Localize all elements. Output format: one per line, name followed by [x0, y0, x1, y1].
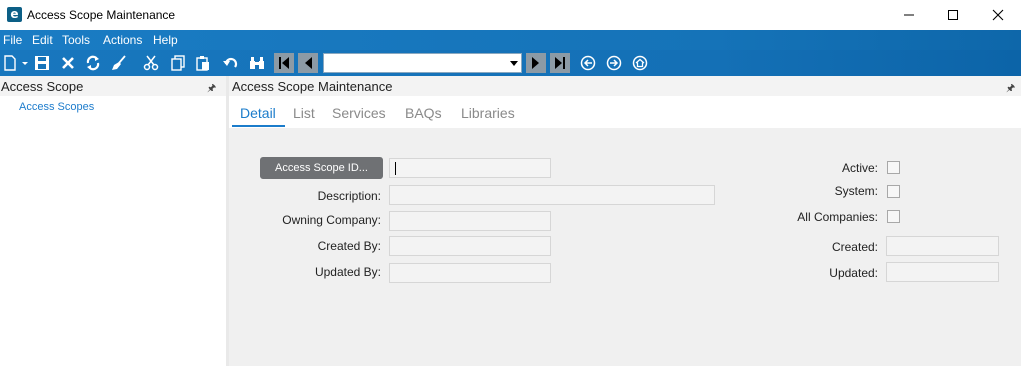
updated-by-label: Updated By: [314, 265, 381, 279]
minimize-button[interactable] [886, 0, 932, 30]
close-icon [992, 9, 1004, 21]
record-selector-combo[interactable] [323, 53, 522, 73]
clear-button[interactable] [110, 54, 128, 72]
tab-strip: Detail List Services BAQs Libraries [229, 96, 1021, 128]
tree-panel: Access Scope 🖈 Access Scopes [0, 76, 226, 366]
search-binoculars-icon [250, 57, 264, 69]
access-scope-id-input[interactable] [389, 158, 551, 178]
close-window-button[interactable] [975, 0, 1021, 30]
created-by-field[interactable] [389, 236, 551, 256]
save-icon [35, 56, 49, 70]
menu-edit[interactable]: Edit [32, 33, 53, 47]
tab-baqs[interactable]: BAQs [405, 105, 442, 121]
tree-item-access-scopes[interactable]: Access Scopes [19, 101, 94, 113]
created-label: Created: [831, 240, 878, 254]
refresh-button[interactable] [84, 54, 102, 72]
title-bar: e Access Scope Maintenance [0, 0, 1021, 30]
active-label: Active: [841, 161, 878, 175]
clear-icon [112, 55, 126, 70]
tree-panel-title: Access Scope [1, 79, 84, 94]
owning-company-field[interactable] [389, 211, 551, 231]
tab-services[interactable]: Services [332, 105, 386, 121]
description-label: Description: [317, 189, 381, 203]
menu-file[interactable]: File [3, 33, 22, 47]
maximize-icon [948, 10, 958, 20]
forward-button[interactable] [605, 54, 623, 72]
page-title: Access Scope Maintenance [232, 79, 393, 94]
created-field[interactable] [886, 236, 999, 256]
text-caret [395, 162, 396, 175]
paste-button[interactable] [194, 54, 212, 72]
description-field[interactable] [389, 185, 715, 205]
minimize-icon [904, 14, 914, 16]
copy-button[interactable] [169, 54, 187, 72]
updated-field[interactable] [886, 262, 999, 282]
first-record-button[interactable] [274, 53, 294, 73]
refresh-icon [86, 55, 100, 71]
next-record-icon [532, 57, 539, 69]
first-record-icon [279, 57, 289, 69]
paste-icon [196, 56, 209, 71]
active-tab-indicator [232, 125, 285, 127]
created-by-label: Created By: [317, 239, 381, 253]
menu-help[interactable]: Help [153, 33, 178, 47]
all-companies-checkbox[interactable] [887, 210, 900, 223]
owning-company-label: Owning Company: [282, 213, 381, 227]
tab-list[interactable]: List [293, 105, 315, 121]
back-icon [580, 55, 596, 71]
tree-panel-header: Access Scope 🖈 [0, 76, 226, 96]
new-icon [4, 55, 28, 71]
last-record-button[interactable] [550, 53, 570, 73]
toolbar [0, 50, 1021, 76]
updated-label: Updated: [829, 266, 878, 280]
home-icon [632, 55, 648, 71]
previous-record-button[interactable] [298, 53, 318, 73]
detail-panel: Access Scope Maintenance 🖈 Detail List S… [229, 76, 1021, 366]
window-title: Access Scope Maintenance [27, 8, 176, 22]
back-button[interactable] [579, 54, 597, 72]
access-scope-id-button[interactable]: Access Scope ID... [260, 157, 383, 179]
app-logo-icon: e [7, 7, 22, 22]
tab-libraries[interactable]: Libraries [461, 105, 515, 121]
pin-icon[interactable]: 🖈 [207, 81, 216, 98]
updated-by-field[interactable] [389, 263, 551, 283]
system-checkbox[interactable] [887, 185, 900, 198]
chevron-down-icon[interactable] [510, 61, 518, 66]
undo-button[interactable] [221, 54, 239, 72]
last-record-icon [555, 57, 565, 69]
cut-icon [143, 55, 159, 71]
save-button[interactable] [33, 54, 51, 72]
detail-panel-header: Access Scope Maintenance 🖈 [229, 76, 1021, 96]
previous-record-icon [305, 57, 312, 69]
menu-bar: File Edit Tools Actions Help [0, 30, 1021, 50]
maximize-button[interactable] [930, 0, 976, 30]
active-checkbox[interactable] [887, 161, 900, 174]
new-button[interactable] [2, 54, 30, 72]
next-record-button[interactable] [526, 53, 546, 73]
all-companies-label: All Companies: [797, 210, 878, 224]
forward-icon [606, 55, 622, 71]
delete-button[interactable] [59, 54, 77, 72]
copy-icon [171, 55, 185, 71]
undo-icon [223, 57, 238, 68]
home-button[interactable] [631, 54, 649, 72]
delete-icon [62, 57, 74, 69]
menu-actions[interactable]: Actions [103, 33, 142, 47]
cut-button[interactable] [142, 54, 160, 72]
tab-detail[interactable]: Detail [240, 105, 276, 121]
search-button[interactable] [248, 54, 266, 72]
menu-tools[interactable]: Tools [62, 33, 90, 47]
system-label: System: [834, 184, 878, 198]
